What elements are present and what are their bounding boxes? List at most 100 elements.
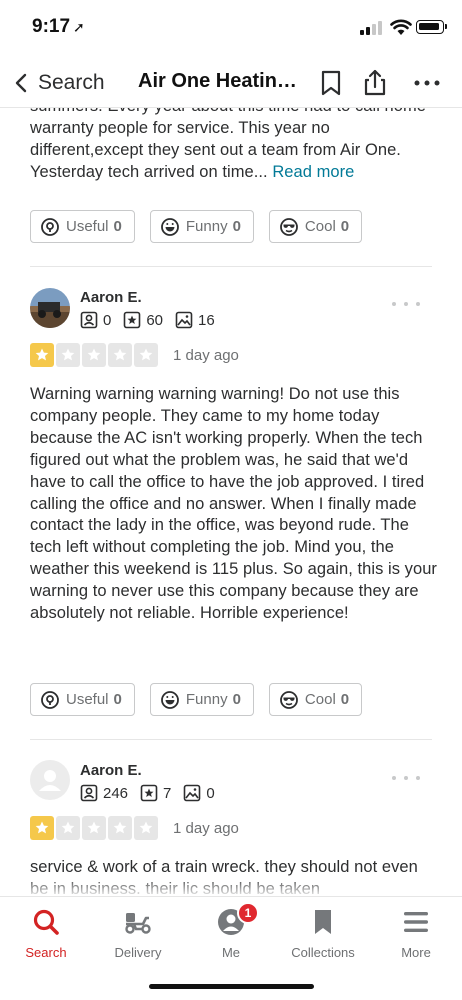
smile-icon (160, 690, 179, 709)
review-date: 1 day ago (173, 347, 239, 364)
review-actions: Useful 0 Funny 0 Cool 0 (30, 683, 363, 716)
sunglasses-icon (280, 217, 298, 236)
reviewer-name[interactable]: Aaron E. (80, 762, 142, 779)
back-button[interactable]: Search (8, 68, 108, 98)
funny-label: Funny (185, 218, 228, 235)
funny-label: Funny (185, 691, 228, 708)
home-indicator[interactable] (149, 984, 314, 989)
avatar[interactable] (30, 760, 70, 800)
friends-stat: 246 (80, 784, 128, 802)
delivery-scooter-icon (125, 913, 151, 934)
chevron-left-icon (15, 73, 27, 93)
friends-icon (80, 784, 98, 802)
reviews-count: 7 (163, 784, 172, 802)
tab-label: Search (25, 945, 67, 960)
useful-button[interactable]: Useful 0 (30, 683, 135, 716)
star-outline-icon (140, 784, 158, 802)
search-icon (33, 909, 59, 935)
star-outline-icon (124, 311, 141, 329)
location-arrow-icon: ➚ (73, 19, 85, 35)
cool-label: Cool (304, 218, 336, 235)
cool-label: Cool (304, 691, 336, 708)
friends-stat: 0 (80, 311, 111, 329)
review-more-icon[interactable] (392, 299, 420, 309)
bookmark-icon[interactable] (316, 68, 346, 98)
star-empty-icon (108, 343, 132, 367)
status-bar: 9:17 ➚ (0, 0, 462, 56)
useful-count: 0 (113, 691, 122, 708)
cool-count: 0 (340, 691, 350, 708)
photos-count: 16 (198, 311, 215, 329)
useful-label: Useful (66, 691, 109, 708)
reviews-count: 60 (146, 311, 164, 329)
more-options-icon[interactable] (412, 68, 442, 98)
review-date: 1 day ago (173, 820, 239, 837)
tab-label: More (401, 945, 431, 960)
tab-collections[interactable]: Collections (277, 907, 369, 963)
review-text-body: summers. Every year about this time had … (30, 108, 426, 181)
review-more-icon[interactable] (392, 773, 420, 783)
default-avatar-icon (39, 770, 61, 791)
sunglasses-icon (280, 690, 298, 709)
tab-label: Collections (291, 945, 355, 960)
useful-label: Useful (66, 218, 109, 235)
lightbulb-icon (41, 217, 59, 236)
tab-delivery[interactable]: Delivery (92, 907, 184, 963)
cellular-signal-icon (360, 21, 384, 35)
star-empty-icon (82, 816, 106, 840)
photos-count: 0 (206, 784, 215, 802)
friends-count: 0 (103, 311, 112, 329)
back-label: Search (38, 71, 105, 94)
read-more-link[interactable]: Read more (272, 163, 354, 181)
photos-stat: 0 (183, 784, 215, 802)
tab-me[interactable]: Me 1 (185, 902, 277, 963)
photo-icon (175, 311, 193, 329)
cool-count: 0 (340, 218, 350, 235)
reviewer-stats: 0 60 16 (80, 311, 227, 329)
star-empty-icon (56, 816, 80, 840)
friends-icon (80, 311, 98, 329)
useful-count: 0 (113, 218, 122, 235)
review-actions: Useful 0 Funny 0 Cool 0 (30, 210, 363, 243)
funny-count: 0 (232, 691, 241, 708)
avatar[interactable] (30, 288, 70, 328)
share-icon[interactable] (360, 68, 390, 98)
scroll-fade (0, 876, 462, 896)
star-empty-icon (108, 816, 132, 840)
tab-label: Delivery (114, 945, 162, 960)
funny-count: 0 (232, 218, 241, 235)
photo-icon (184, 784, 201, 802)
battery-icon (416, 20, 447, 34)
review-text: summers. Every year about this time had … (30, 108, 438, 184)
funny-button[interactable]: Funny 0 (149, 210, 254, 243)
wifi-icon (390, 19, 412, 35)
review-divider (30, 739, 432, 740)
menu-icon (404, 912, 428, 932)
star-empty-icon (134, 343, 158, 367)
funny-button[interactable]: Funny 0 (149, 683, 254, 716)
reviews-stat: 7 (140, 784, 171, 802)
cool-button[interactable]: Cool 0 (268, 683, 363, 716)
cool-button[interactable]: Cool 0 (268, 210, 363, 243)
smile-icon (160, 217, 179, 236)
tab-search[interactable]: Search (0, 907, 92, 963)
nav-bar: Search Air One Heating & Air (0, 58, 462, 108)
friends-count: 246 (103, 784, 129, 802)
reviewer-name[interactable]: Aaron E. (80, 289, 142, 306)
star-empty-icon (82, 343, 106, 367)
star-filled-icon (30, 343, 54, 367)
status-time: 9:17 ➚ (32, 16, 85, 38)
tab-label: Me (221, 945, 241, 960)
review-text: Warning warning warning warning! Do not … (30, 385, 437, 623)
lightbulb-icon (41, 690, 59, 709)
tab-more[interactable]: More (370, 907, 462, 963)
reviewer-stats: 246 7 0 (80, 784, 227, 802)
reviews-stat: 60 (123, 311, 163, 329)
star-empty-icon (56, 343, 80, 367)
star-filled-icon (30, 816, 54, 840)
notification-badge: 1 (237, 902, 259, 924)
useful-button[interactable]: Useful 0 (30, 210, 135, 243)
photos-stat: 16 (175, 311, 215, 329)
reviews-list[interactable]: summers. Every year about this time had … (0, 108, 462, 896)
review-divider (30, 266, 432, 267)
